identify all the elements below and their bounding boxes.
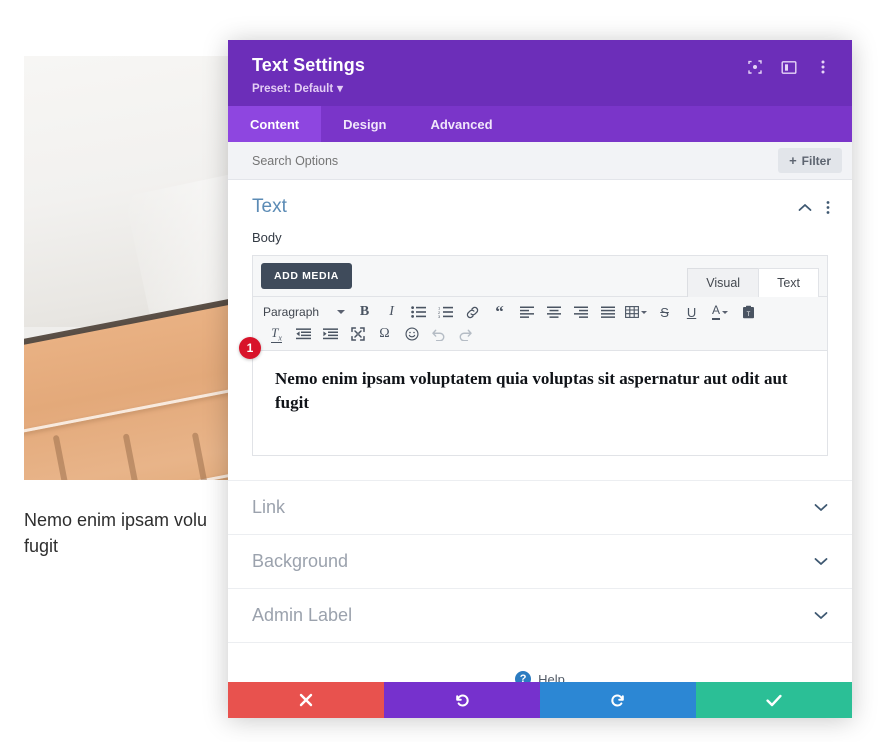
modal-body[interactable]: Text Body ADD MEDIA Visual Text Paragrap… <box>228 180 852 682</box>
preset-label: Preset: Default <box>252 82 334 95</box>
filter-button[interactable]: + Filter <box>778 148 842 173</box>
align-center-icon[interactable] <box>540 301 567 323</box>
editor-body-text[interactable]: Nemo enim ipsam voluptatem quia voluptas… <box>275 367 805 415</box>
undo-button[interactable] <box>384 682 540 718</box>
tab-design[interactable]: Design <box>321 106 408 142</box>
redo-button[interactable] <box>540 682 696 718</box>
editor-mode-tabs: Visual Text <box>687 267 819 297</box>
section-admin-label[interactable]: Admin Label <box>228 588 852 643</box>
align-right-icon[interactable] <box>567 301 594 323</box>
search-options-input[interactable] <box>252 153 779 168</box>
table-icon[interactable] <box>621 301 651 323</box>
strikethrough-icon[interactable]: S <box>651 301 678 323</box>
bold-icon[interactable]: B <box>351 301 378 323</box>
redo-icon[interactable] <box>452 323 479 345</box>
search-row: + Filter <box>228 142 852 180</box>
close-icon <box>299 693 313 707</box>
blockquote-icon[interactable]: “ <box>486 301 513 323</box>
preset-selector[interactable]: Preset: Default ▾ <box>252 81 746 95</box>
chevron-down-icon <box>641 310 648 314</box>
modal-header: Text Settings Preset: Default ▾ <box>228 40 852 106</box>
section-text-title: Text <box>252 196 287 217</box>
editor-toolbar: Paragraph B I 1 2 3 “ S U A T Tx Ω <box>253 297 827 351</box>
section-link[interactable]: Link <box>228 480 852 534</box>
plus-icon: + <box>789 153 797 168</box>
step-marker-badge: 1 <box>239 337 261 359</box>
help-row[interactable]: ? Help <box>228 643 852 682</box>
clear-formatting-icon[interactable]: Tx <box>263 323 290 345</box>
overflow-menu-icon[interactable] <box>814 58 832 76</box>
chevron-down-icon <box>722 310 729 314</box>
toolbar-row-2: Tx Ω <box>259 323 821 345</box>
cancel-button[interactable] <box>228 682 384 718</box>
add-media-button[interactable]: ADD MEDIA <box>261 263 352 289</box>
undo-icon <box>454 692 470 708</box>
numbered-list-icon[interactable]: 1 2 3 <box>432 301 459 323</box>
format-select-label: Paragraph <box>263 305 320 319</box>
chevron-down-icon[interactable] <box>814 503 828 512</box>
modal-header-titles: Text Settings Preset: Default ▾ <box>252 54 746 95</box>
overflow-menu-icon[interactable] <box>826 200 830 215</box>
chevron-down-icon[interactable] <box>814 557 828 566</box>
align-left-icon[interactable] <box>513 301 540 323</box>
section-text-header: Text <box>228 180 852 226</box>
section-link-label: Link <box>252 497 286 517</box>
modal-header-icons <box>746 54 832 76</box>
chevron-up-icon[interactable] <box>798 203 812 212</box>
filter-button-label: Filter <box>801 153 831 168</box>
indent-icon[interactable] <box>317 323 344 345</box>
fullscreen-icon[interactable] <box>344 323 371 345</box>
tab-content[interactable]: Content <box>228 106 322 142</box>
emoji-icon[interactable] <box>398 323 425 345</box>
tab-visual[interactable]: Visual <box>687 268 760 297</box>
section-admin-label-label: Admin Label <box>252 605 353 625</box>
underline-icon[interactable]: U <box>678 301 705 323</box>
align-justify-icon[interactable] <box>594 301 621 323</box>
paste-as-text-icon[interactable]: T <box>735 301 762 323</box>
editor-top-bar: ADD MEDIA Visual Text <box>253 256 827 297</box>
split-view-icon[interactable] <box>780 58 798 76</box>
tab-advanced[interactable]: Advanced <box>408 106 514 142</box>
save-button[interactable] <box>696 682 852 718</box>
format-select[interactable]: Paragraph <box>259 303 351 321</box>
focus-target-icon[interactable] <box>746 58 764 76</box>
modal-title: Text Settings <box>252 55 365 75</box>
toolbar-row-1: Paragraph B I 1 2 3 “ S U A T <box>259 301 821 323</box>
modal-footer <box>228 682 852 718</box>
italic-icon[interactable]: I <box>378 301 405 323</box>
svg-text:T: T <box>747 312 751 318</box>
text-settings-modal: Text Settings Preset: Default ▾ Content … <box>228 40 852 718</box>
text-color-icon[interactable]: A <box>705 301 735 323</box>
collapsed-sections: Link Background Admin Label <box>228 480 852 643</box>
rich-text-editor: ADD MEDIA Visual Text Paragraph B I 1 2 … <box>239 255 828 456</box>
modal-tab-bar: Content Design Advanced <box>228 106 852 142</box>
body-field-block: Body ADD MEDIA Visual Text Paragraph B I… <box>228 226 852 456</box>
section-background[interactable]: Background <box>228 534 852 588</box>
check-icon <box>766 694 782 707</box>
bulleted-list-icon[interactable] <box>405 301 432 323</box>
undo-icon[interactable] <box>425 323 452 345</box>
svg-text:3: 3 <box>438 314 441 318</box>
help-label: Help <box>538 671 565 683</box>
body-field-label: Body <box>252 230 282 245</box>
tab-text[interactable]: Text <box>758 268 819 297</box>
special-character-icon[interactable]: Ω <box>371 323 398 345</box>
section-text-controls <box>798 200 830 215</box>
chevron-down-icon <box>337 310 346 314</box>
redo-icon <box>610 692 626 708</box>
outdent-icon[interactable] <box>290 323 317 345</box>
section-background-label: Background <box>252 551 349 571</box>
preset-caret-icon: ▾ <box>337 82 343 95</box>
editor-content-area[interactable]: 1 Nemo enim ipsam voluptatem quia volupt… <box>239 337 827 455</box>
chevron-down-icon[interactable] <box>814 611 828 620</box>
link-icon[interactable] <box>459 301 486 323</box>
help-icon: ? <box>515 671 532 682</box>
